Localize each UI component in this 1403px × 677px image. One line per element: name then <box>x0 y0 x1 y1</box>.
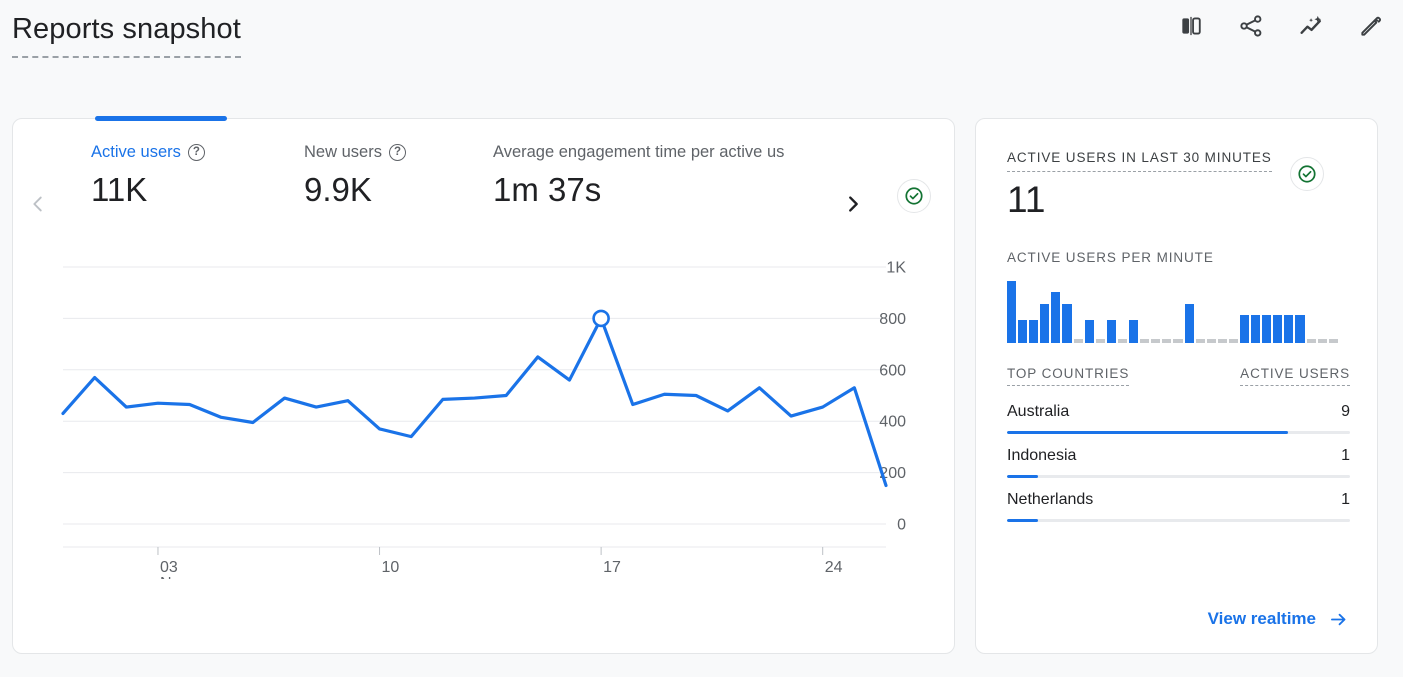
minute-bar <box>1118 339 1127 343</box>
svg-text:800: 800 <box>879 311 906 328</box>
country-name: Australia <box>1007 401 1069 423</box>
active-users-per-minute-chart <box>1007 281 1338 343</box>
minute-bar <box>1107 320 1116 343</box>
view-realtime-label: View realtime <box>1208 607 1316 631</box>
reports-snapshot-page: Reports snapshot <box>0 0 1403 677</box>
minute-bar <box>1284 315 1293 343</box>
metric-active-users-value: 11K <box>91 169 205 211</box>
metric-label-text: New users <box>304 141 382 163</box>
country-bar-fill <box>1007 519 1038 522</box>
svg-text:17: 17 <box>603 559 621 576</box>
active-metric-indicator <box>95 116 227 121</box>
minute-bar <box>1318 339 1327 343</box>
col-top-countries: TOP COUNTRIES <box>1007 365 1129 386</box>
metric-list: Active users ? 11K New users ? 9.9K Aver… <box>91 141 836 241</box>
svg-text:600: 600 <box>879 362 906 379</box>
realtime-content: ACTIVE USERS IN LAST 30 MINUTES 11 ACTIV… <box>1007 149 1352 522</box>
metric-new-users-value: 9.9K <box>304 169 406 211</box>
realtime-eyebrow: ACTIVE USERS IN LAST 30 MINUTES <box>1007 149 1272 172</box>
compare-icon[interactable] <box>1173 8 1209 44</box>
minute-bar <box>1307 339 1316 343</box>
metric-label-text: Average engagement time per active us <box>493 141 784 163</box>
top-countries-table: TOP COUNTRIES ACTIVE USERS Australia 9 Ind… <box>1007 365 1350 522</box>
minute-bar <box>1273 315 1282 343</box>
minute-bar <box>1240 315 1249 343</box>
active-users-card: Active users ? 11K New users ? 9.9K Aver… <box>12 118 955 654</box>
metric-avg-engagement-label: Average engagement time per active us <box>493 141 784 163</box>
header-actions <box>1173 8 1389 44</box>
metric-label-text: Active users <box>91 141 181 163</box>
country-active-users: 1 <box>1341 445 1350 467</box>
help-icon[interactable]: ? <box>188 144 205 161</box>
help-icon[interactable]: ? <box>389 144 406 161</box>
country-name: Netherlands <box>1007 489 1093 511</box>
minute-bar <box>1007 281 1016 343</box>
metric-active-users[interactable]: Active users ? 11K <box>91 141 205 211</box>
active-users-per-minute-label: ACTIVE USERS PER MINUTE <box>1007 249 1352 267</box>
country-bar-track <box>1007 519 1350 522</box>
minute-bar <box>1129 320 1138 343</box>
share-icon[interactable] <box>1233 8 1269 44</box>
metric-next-button[interactable] <box>838 189 868 219</box>
minute-bar <box>1040 304 1049 343</box>
minute-bar <box>1074 339 1083 343</box>
metric-avg-engagement-value: 1m 37s <box>493 169 784 211</box>
svg-text:24: 24 <box>825 559 843 576</box>
edit-icon[interactable] <box>1353 8 1389 44</box>
svg-text:1K: 1K <box>886 260 906 277</box>
metric-prev-button[interactable] <box>23 189 53 219</box>
minute-bar <box>1295 315 1304 343</box>
country-active-users: 1 <box>1341 489 1350 511</box>
active-users-line-chart: 02004006008001K03Nov101724 <box>13 249 956 579</box>
metric-strip: Active users ? 11K New users ? 9.9K Aver… <box>13 141 956 241</box>
minute-bar <box>1251 315 1260 343</box>
arrow-right-icon <box>1328 609 1349 630</box>
metric-new-users[interactable]: New users ? 9.9K <box>304 141 406 211</box>
realtime-active-user-count: 11 <box>1007 176 1352 224</box>
minute-bar <box>1185 304 1194 343</box>
table-row[interactable]: Netherlands 1 <box>1007 478 1350 522</box>
metric-new-users-label: New users ? <box>304 141 406 163</box>
svg-text:Nov: Nov <box>160 575 188 579</box>
minute-bar <box>1196 339 1205 343</box>
country-active-users: 9 <box>1341 401 1350 423</box>
svg-text:400: 400 <box>879 414 906 431</box>
minute-bar <box>1085 320 1094 343</box>
metric-active-users-label: Active users ? <box>91 141 205 163</box>
minute-bar <box>1029 320 1038 343</box>
realtime-card: ACTIVE USERS IN LAST 30 MINUTES 11 ACTIV… <box>975 118 1378 654</box>
page-header: Reports snapshot <box>0 0 1403 96</box>
svg-text:0: 0 <box>897 517 906 534</box>
minute-bar <box>1262 315 1271 343</box>
minute-bar <box>1218 339 1227 343</box>
svg-text:10: 10 <box>382 559 400 576</box>
country-name: Indonesia <box>1007 445 1076 467</box>
minute-bar <box>1018 320 1027 343</box>
minute-bar <box>1207 339 1216 343</box>
svg-text:03: 03 <box>160 559 178 576</box>
page-title: Reports snapshot <box>12 8 241 58</box>
table-row[interactable]: Indonesia 1 <box>1007 434 1350 478</box>
metric-avg-engagement-time[interactable]: Average engagement time per active us 1m… <box>493 141 784 211</box>
minute-bar <box>1151 339 1160 343</box>
minute-bar <box>1051 292 1060 343</box>
minute-bar <box>1162 339 1171 343</box>
col-active-users: ACTIVE USERS <box>1240 365 1350 386</box>
data-quality-check-badge[interactable] <box>897 179 931 213</box>
top-countries-header: TOP COUNTRIES ACTIVE USERS <box>1007 365 1350 390</box>
insights-icon[interactable] <box>1293 8 1329 44</box>
table-row[interactable]: Australia 9 <box>1007 390 1350 434</box>
minute-bar <box>1096 339 1105 343</box>
minute-bar <box>1173 339 1182 343</box>
minute-bar <box>1229 339 1238 343</box>
minute-bar <box>1329 339 1338 343</box>
view-realtime-link[interactable]: View realtime <box>1208 607 1349 631</box>
minute-bar <box>1062 304 1071 343</box>
minute-bar <box>1140 339 1149 343</box>
